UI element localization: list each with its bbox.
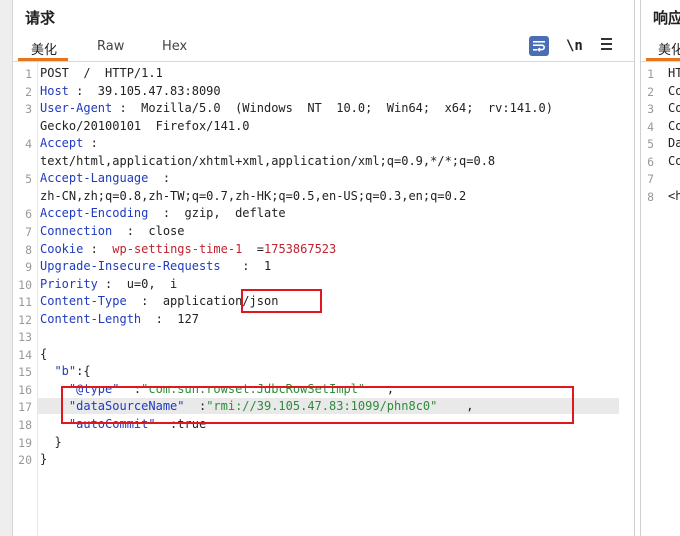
response-panel: 响应 美化 1 HT 2 Co 3 Co 4 Co 5 Da 6 Co 7 8 <h <box>640 0 680 536</box>
line-number: 13 <box>18 330 32 345</box>
line-number: 6 <box>25 207 32 222</box>
menu-icon[interactable] <box>601 38 612 58</box>
code-line: POST / HTTP/1.1 <box>40 66 163 80</box>
response-line-number: 3 <box>647 102 654 117</box>
line-number: 19 <box>18 435 32 450</box>
line-number: 7 <box>25 224 32 239</box>
tab-pretty[interactable]: 美化 <box>31 39 57 58</box>
code-line: Accept-Language : <box>40 171 171 186</box>
line-number: 15 <box>18 365 32 380</box>
code-line: Priority : u=0, i <box>40 276 178 291</box>
tab-raw[interactable]: Raw <box>97 39 124 54</box>
response-line-number: 5 <box>647 137 654 152</box>
show-newlines-button[interactable]: \n <box>566 38 583 58</box>
line-number: 18 <box>18 418 32 432</box>
line-number: 17 <box>18 400 32 415</box>
line-number: 11 <box>18 295 32 310</box>
response-tab-pretty[interactable]: 美化 <box>658 39 680 58</box>
request-title: 请求 <box>25 9 56 27</box>
response-title: 响应 <box>653 9 680 27</box>
line-number: 4 <box>25 137 32 152</box>
code-line: } <box>40 452 48 467</box>
code-line: Accept-Encoding : gzip, deflate <box>40 206 286 221</box>
code-line: "b":{ <box>54 364 91 379</box>
line-number: 9 <box>25 260 32 275</box>
code-line: Cookie : wp-settings-time-1 =1753867523 <box>40 241 337 256</box>
annotation-box-content-type <box>241 289 322 313</box>
line-number: 3 <box>25 102 32 117</box>
response-code-line: Co <box>668 83 680 98</box>
response-code-line: Co <box>668 153 680 168</box>
code-line: text/html,application/xhtml+xml,applicat… <box>40 153 496 168</box>
response-code-line: HT <box>668 66 680 80</box>
code-line: } <box>40 434 62 449</box>
tab-hex[interactable]: Hex <box>162 39 187 54</box>
response-line-number: 6 <box>647 154 654 169</box>
request-panel: 请求 美化 Raw Hex \n 1 POST / HTTP/1.1 2 Host :… <box>13 0 635 536</box>
line-number: 1 <box>25 67 32 81</box>
line-number: 2 <box>25 84 32 99</box>
response-editor[interactable]: 1 HT 2 Co 3 Co 4 Co 5 Da 6 Co 7 8 <h <box>641 62 680 536</box>
response-line-number: 7 <box>647 172 654 187</box>
code-line: User-Agent : Mozilla/5.0 (Windows NT 10.… <box>40 101 553 116</box>
annotation-box-datasource <box>61 386 574 424</box>
code-line: Gecko/20100101 Firefox/141.0 <box>40 118 250 133</box>
response-line-number: 2 <box>647 84 654 99</box>
response-line-number: 8 <box>647 189 654 204</box>
code-line: Connection : close <box>40 223 185 238</box>
response-line-number: 4 <box>647 119 654 134</box>
line-number: 8 <box>25 242 32 257</box>
code-line: Accept : <box>40 136 98 151</box>
wrap-icon <box>533 41 545 52</box>
line-number: 14 <box>18 347 32 362</box>
response-code-line: Co <box>668 118 680 133</box>
request-editor[interactable]: 1 POST / HTTP/1.1 2 Host : 39.105.47.83:809… <box>13 62 634 536</box>
code-line: { <box>40 346 48 361</box>
code-line: zh-CN,zh;q=0.8,zh-TW;q=0.7,zh-HK;q=0.5,e… <box>40 188 467 203</box>
line-number: 20 <box>18 453 32 468</box>
line-number: 12 <box>18 312 32 327</box>
line-number: 5 <box>25 172 32 187</box>
code-line: Content-Length : 127 <box>40 311 199 326</box>
response-code-line: Co <box>668 101 680 116</box>
line-number: 16 <box>18 382 32 397</box>
code-line: Upgrade-Insecure-Requests : 1 <box>40 259 272 274</box>
word-wrap-button[interactable] <box>529 36 549 56</box>
response-line-number: 1 <box>647 67 654 81</box>
code-line: Host : 39.105.47.83:8090 <box>40 83 221 98</box>
response-code-line: <h <box>668 188 680 203</box>
line-number: 10 <box>18 277 32 292</box>
response-code-line: Da <box>668 136 680 151</box>
left-edge-strip <box>0 0 13 536</box>
